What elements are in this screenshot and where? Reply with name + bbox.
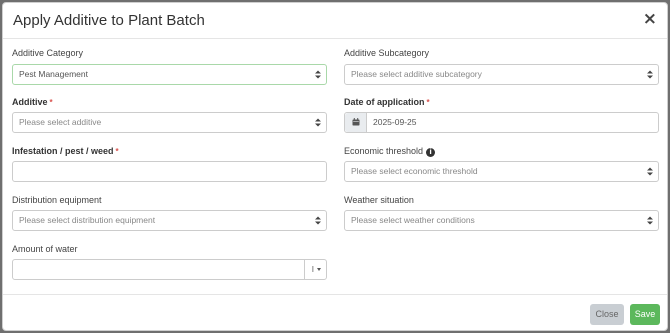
apply-additive-modal: Apply Additive to Plant Batch × Additive… [2,2,668,331]
required-marker: * [426,98,430,107]
economic-threshold-select[interactable]: Please select economic threshold [344,161,659,182]
chevron-down-icon [317,268,321,271]
close-button[interactable]: Close [590,304,624,325]
select-arrows-icon [315,118,321,127]
save-button[interactable]: Save [630,304,660,325]
modal-header: Apply Additive to Plant Batch × [3,3,667,39]
date-of-application-input[interactable]: 2025-09-25 [344,112,659,133]
infestation-label: Infestation / pest / weed * [12,146,119,156]
additive-category-label: Additive Category [12,48,84,58]
weather-situation-label: Weather situation [344,195,414,205]
select-arrows-icon [647,216,653,225]
required-marker: * [115,147,119,156]
distribution-equipment-label: Distribution equipment [12,195,102,205]
close-icon[interactable]: × [643,10,657,28]
required-marker: * [49,98,53,107]
additive-subcategory-label: Additive Subcategory [344,48,430,58]
date-addon[interactable] [345,113,367,132]
date-of-application-label: Date of application * [344,97,430,107]
additive-select[interactable]: Please select additive [12,112,327,133]
select-arrows-icon [647,70,653,79]
select-arrows-icon [647,167,653,176]
additive-subcategory-select[interactable]: Please select additive subcategory [344,64,659,85]
additive-category-select[interactable]: Pest Management [12,64,327,85]
info-icon[interactable]: i [426,148,436,157]
amount-of-water-input[interactable]: l [12,259,327,280]
footer-divider [3,294,667,295]
distribution-equipment-select[interactable]: Please select distribution equipment [12,210,327,231]
date-value: 2025-09-25 [373,117,417,127]
calendar-icon [352,118,360,126]
additive-label: Additive * [12,97,53,107]
infestation-input[interactable] [12,161,327,182]
weather-situation-select[interactable]: Please select weather conditions [344,210,659,231]
select-arrows-icon [315,216,321,225]
economic-threshold-label: Economic threshold i [344,146,436,157]
unit-dropdown[interactable]: l [304,260,326,279]
unit-label: l [312,265,314,274]
amount-of-water-label: Amount of water [12,244,78,254]
select-arrows-icon [315,70,321,79]
modal-title: Apply Additive to Plant Batch [13,12,205,29]
